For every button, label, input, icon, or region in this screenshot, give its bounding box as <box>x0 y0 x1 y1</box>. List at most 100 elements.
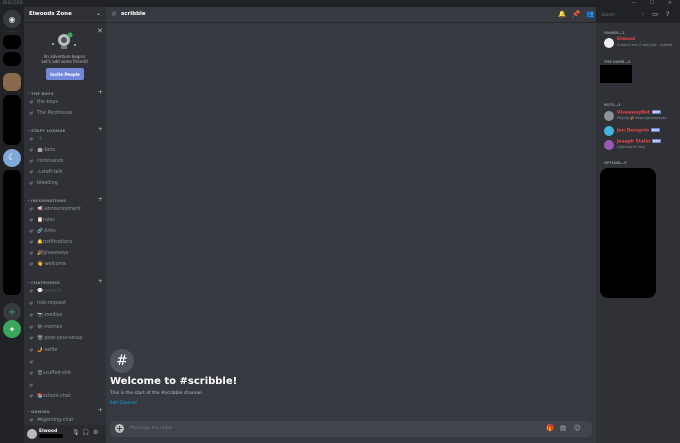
bell-icon[interactable]: 🔔 <box>558 10 566 18</box>
member-owner[interactable]: Elwood It wasn't me, it was just... bull… <box>604 37 678 49</box>
message-input[interactable]: Message #scribble <box>130 426 173 431</box>
member-jon-decaprio[interactable]: Jon Decaprio BOT <box>604 125 678 137</box>
member-joseph-stalin[interactable]: Joseph Stalin BOT Listening to Help <box>604 139 678 151</box>
channel-school-chat[interactable]: # 📚 school-chat <box>29 391 103 402</box>
channel-emoji-icon: 🛡 <box>37 137 44 142</box>
close-icon[interactable]: ✕ <box>97 27 103 35</box>
category-informations[interactable]: ⌄ INFORMATIONS + <box>27 196 103 204</box>
search-placeholder: Search <box>601 12 615 17</box>
redacted-server[interactable] <box>3 52 21 66</box>
discord-app: DISCORD — ☐ ✕ ◉ ☾ + ✦ Elwoods Zone ⌄ ✕ A… <box>0 0 680 443</box>
channel-links[interactable]: # 🔗 -links <box>29 226 103 237</box>
server-icon[interactable]: ☾ <box>3 149 21 167</box>
add-channel-icon[interactable]: + <box>98 126 103 133</box>
add-channel-icon[interactable]: + <box>98 196 103 203</box>
member-category-game: THE GAME—3 <box>604 60 631 64</box>
gift-icon[interactable]: 🎁 <box>546 424 554 432</box>
home-button[interactable]: ◉ <box>3 10 21 28</box>
pin-icon[interactable]: 📌 <box>572 10 580 18</box>
current-server-icon[interactable] <box>3 73 21 91</box>
channel-post-your-setup[interactable]: # 🖥 -post-your-setup <box>29 333 103 344</box>
welcome-title: Welcome to #scribble! <box>110 376 238 387</box>
add-channel-icon[interactable]: + <box>98 278 103 285</box>
channel-selfie[interactable]: # 🤳 -selfie <box>29 345 103 356</box>
channel-welcome[interactable]: # 👋 -welcome <box>29 259 103 270</box>
add-channel-icon[interactable]: + <box>98 407 103 414</box>
rail-separator <box>7 31 17 32</box>
hash-large-icon: # <box>110 349 134 373</box>
member-giveawaybot[interactable]: GiveawayBot BOT Playing 🎉 https://giveawa… <box>604 110 678 122</box>
help-icon[interactable]: ? <box>666 10 669 18</box>
text-channel-icon: # <box>29 180 34 187</box>
avatar <box>604 126 614 136</box>
microphone-icon[interactable]: 🎙 <box>72 429 80 436</box>
emoji-icon[interactable]: ☺ <box>574 424 581 432</box>
channel-redacted[interactable]: # <box>29 380 103 391</box>
category-label: GAMING <box>31 409 50 414</box>
channel-label: scuffed-shit <box>43 371 72 376</box>
avatar <box>604 140 614 150</box>
redacted-servers[interactable] <box>3 170 21 295</box>
category-the-boys[interactable]: ⌄ THE BOYS + <box>27 89 103 97</box>
edit-channel-link[interactable]: Edit Channel <box>110 400 137 405</box>
text-channel-icon: # <box>29 288 34 295</box>
channel-commands[interactable]: # commands <box>29 156 103 167</box>
window-controls[interactable]: — ☐ ✕ <box>631 0 678 6</box>
channel-rules[interactable]: # 📋 rules <box>29 215 103 226</box>
text-channel-icon: # <box>29 250 34 257</box>
channel-role-request[interactable]: # role-request <box>29 298 103 309</box>
channel-notifications[interactable]: # 🔔 notifications <box>29 237 103 248</box>
members-icon[interactable]: 👥 <box>586 10 594 18</box>
category-gaming[interactable]: ⌄ GAMING + <box>27 407 103 415</box>
gif-icon[interactable]: ▤ <box>560 424 566 432</box>
welcome-description: This is the start of the #scribble chann… <box>110 391 204 396</box>
text-channel-icon: # <box>29 206 34 213</box>
text-channel-icon: # <box>29 382 34 389</box>
guild-header[interactable]: Elwoods Zone ⌄ <box>24 7 106 23</box>
channel-redacted[interactable]: # <box>29 357 103 368</box>
text-channel-icon: # <box>29 169 34 176</box>
redacted-server[interactable] <box>3 35 21 49</box>
text-channel-icon: # <box>29 261 34 268</box>
headphones-icon[interactable]: 🎧 <box>82 429 89 436</box>
search-input[interactable]: Search ⌕ <box>598 10 646 20</box>
bot-badge: BOT <box>652 139 662 143</box>
message-composer[interactable]: + Message #scribble 🎁 ▤ ☺ <box>110 421 592 437</box>
channel-giveaways[interactable]: # 🎉 giveaways <box>29 248 103 259</box>
category-chatrooms[interactable]: ⌄ CHATROOMS + <box>27 278 103 286</box>
text-channel-icon: # <box>29 300 34 307</box>
channel-bleeding[interactable]: # bleeding <box>29 178 103 189</box>
chat-header: # scribble 🔔 📌 👥 Search ⌕ ▭ ? <box>106 7 669 23</box>
channel-redacted[interactable]: # 🛡 <box>29 134 103 145</box>
channel-sidebar: Elwoods Zone ⌄ ✕ An adventure begins. Le… <box>24 7 106 443</box>
gear-icon[interactable]: ⚙ <box>93 429 98 436</box>
inbox-icon[interactable]: ▭ <box>652 10 658 18</box>
text-channel-icon: # <box>29 217 34 224</box>
add-channel-icon[interactable]: + <box>98 89 103 96</box>
channel-staff-talk[interactable]: # ⚠ staff-talk <box>29 167 103 178</box>
channel-general[interactable]: # 💬 general <box>29 286 103 297</box>
channel-the-boys[interactable]: # the-boys <box>29 97 103 108</box>
text-channel-icon: # <box>29 158 34 165</box>
channel-announcement[interactable]: # 📢 -announcement <box>29 204 103 215</box>
invite-people-button[interactable]: Invite People <box>46 68 84 80</box>
text-channel-icon: # <box>29 393 34 400</box>
explore-servers-button[interactable]: ✦ <box>3 320 21 338</box>
channel-memes[interactable]: # 😂 -memes <box>29 322 103 333</box>
channel-the-penthouse[interactable]: # The Penthouse <box>29 108 103 119</box>
upload-plus-icon[interactable]: + <box>115 424 124 433</box>
add-server-button[interactable]: + <box>3 303 21 321</box>
channel-medias[interactable]: # 📷 -medias <box>29 310 103 321</box>
avatar[interactable] <box>27 429 37 439</box>
member-name: Joseph Stalin BOT <box>617 139 662 145</box>
channel-bots[interactable]: # 🤖 -bots <box>29 145 103 156</box>
channel-scuffed-shit[interactable]: # 🗑 scuffed-shit <box>29 368 103 379</box>
redacted-servers[interactable] <box>3 95 21 145</box>
channel-label: giveaways <box>42 251 69 256</box>
channel-label: -bots <box>42 148 56 153</box>
category-staff-lounge[interactable]: ⌄ STAFF LOUNGE + <box>27 126 103 134</box>
channel-label: general <box>42 289 62 294</box>
channel-label: -memes <box>42 325 63 330</box>
plus-icon: + <box>7 306 17 318</box>
channel-label: role-request <box>37 301 67 306</box>
